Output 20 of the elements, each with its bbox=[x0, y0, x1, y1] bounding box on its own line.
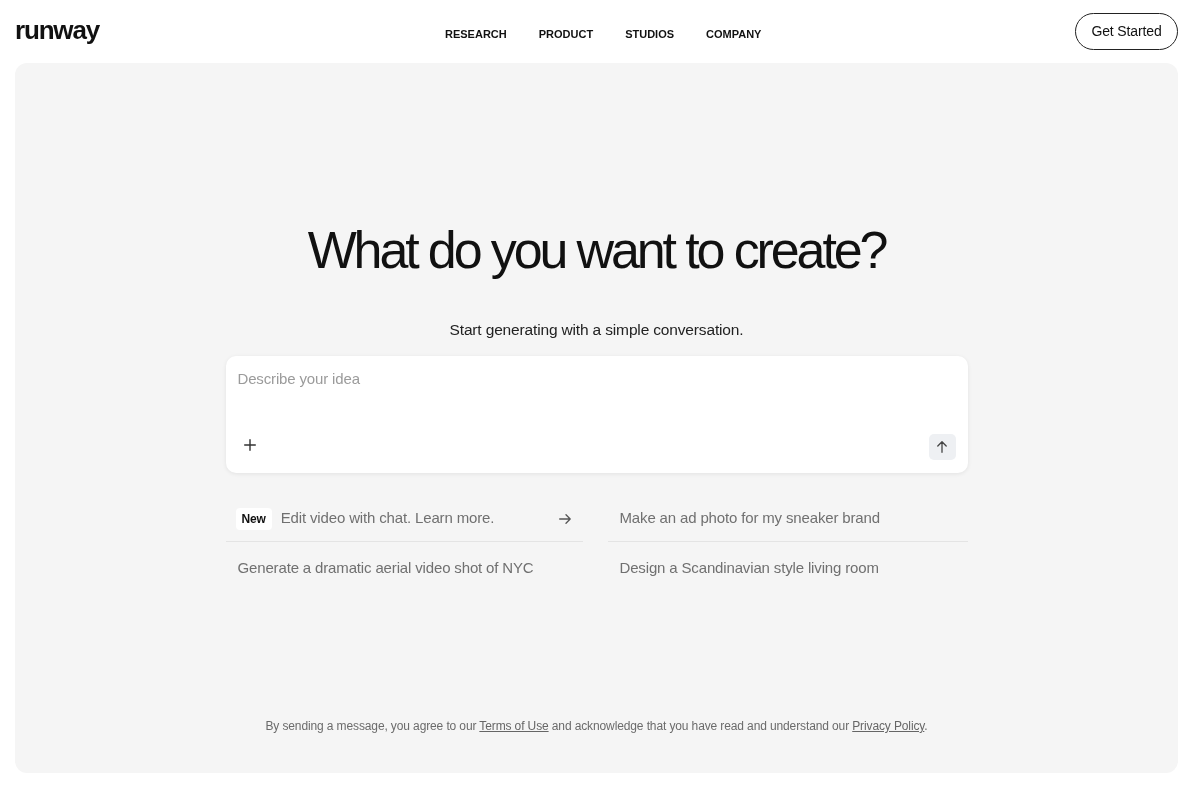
send-button[interactable] bbox=[928, 434, 956, 460]
suggestion-item[interactable]: Design a Scandinavian style living room bbox=[607, 545, 968, 591]
arrow-right-icon bbox=[558, 513, 571, 524]
nav-link[interactable]: STUDIOS bbox=[625, 25, 675, 43]
logo[interactable]: runway bbox=[15, 15, 99, 45]
suggestion-item[interactable]: New Edit video with chat. Learn more. bbox=[225, 496, 583, 542]
arrow-up-icon bbox=[937, 441, 947, 453]
hero-title: What do you want to create? bbox=[307, 220, 886, 280]
hero-subtitle: Start generating with a simple conversation. bbox=[449, 320, 744, 340]
suggestion-item[interactable]: Generate a dramatic aerial video shot of NYC bbox=[225, 545, 583, 591]
nav-link[interactable]: RESEARCH bbox=[445, 25, 507, 43]
prompt-input[interactable]: Describe your idea bbox=[237, 368, 956, 433]
suggestion-item[interactable]: Make an ad photo for my sneaker brand bbox=[607, 496, 968, 542]
legal-notice: By sending a message, you agree to our Terms of Use and acknowledge that you have read and understand our Privacy Policy. bbox=[265, 718, 928, 734]
plus-icon bbox=[243, 439, 256, 451]
new-badge: New bbox=[235, 507, 272, 530]
policy-link[interactable]: Terms of Use bbox=[479, 719, 549, 733]
nav-link[interactable]: PRODUCT bbox=[538, 25, 594, 43]
nav-link[interactable]: COMPANY bbox=[706, 25, 762, 43]
prompt-box[interactable]: Describe your idea bbox=[225, 356, 968, 473]
